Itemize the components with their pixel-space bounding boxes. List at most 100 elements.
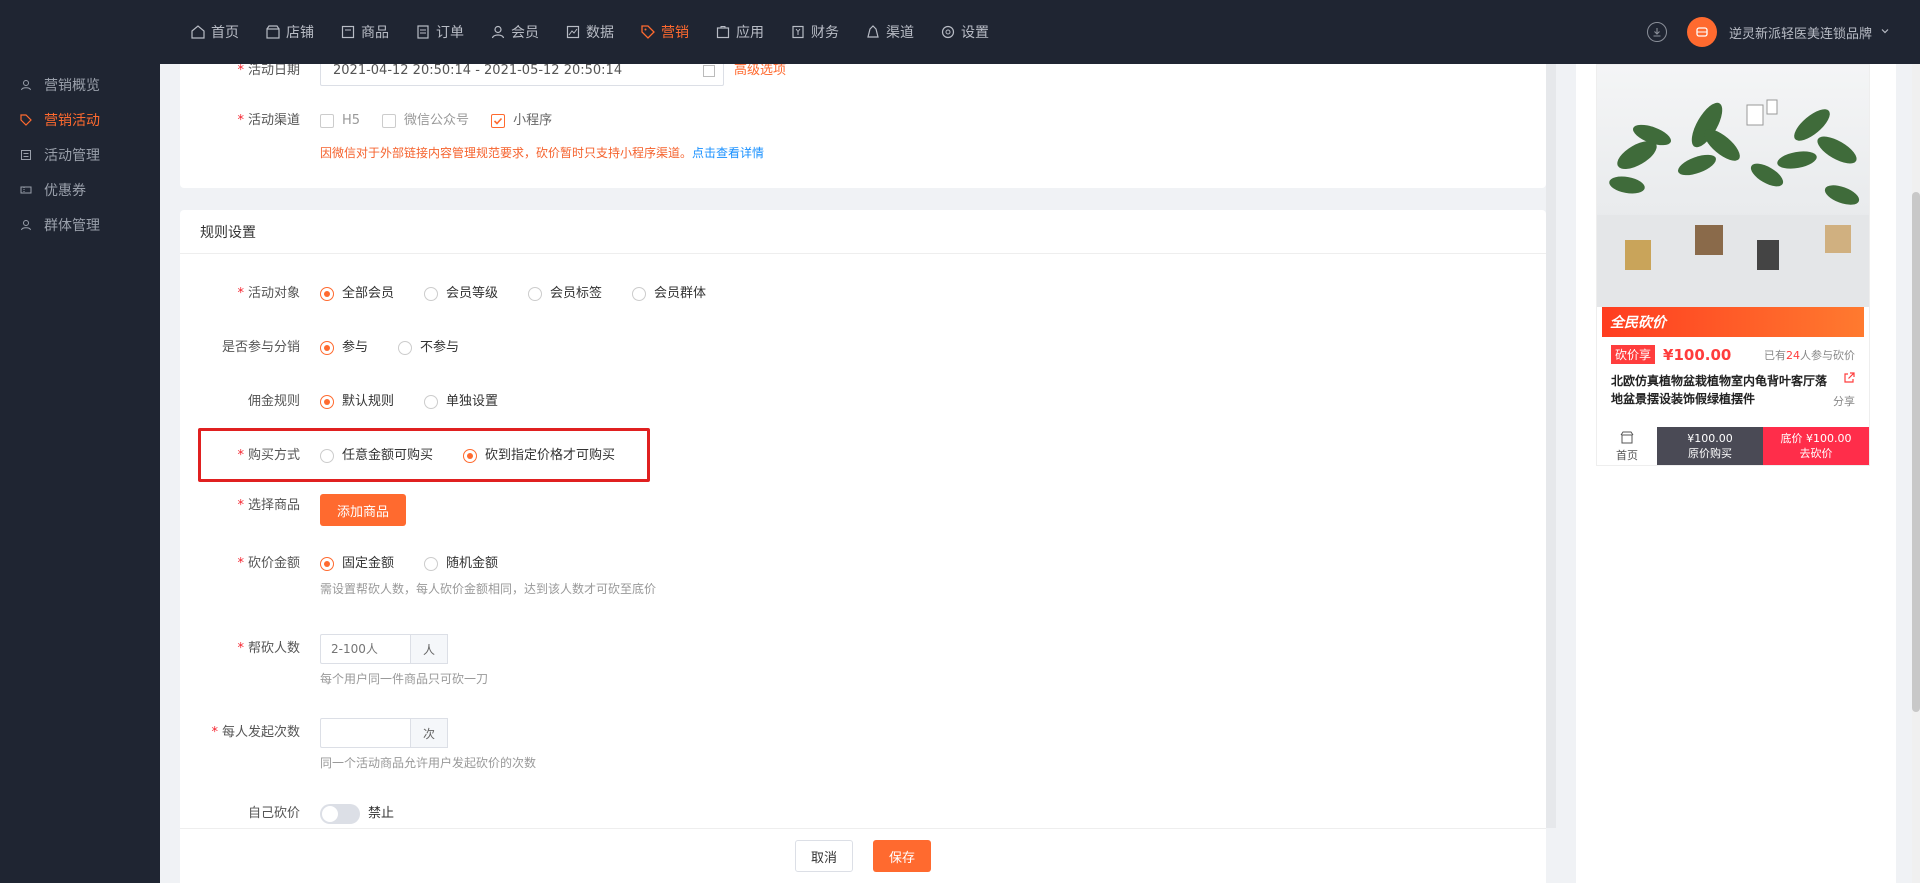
channel-icon [865, 24, 881, 40]
amount-random-radio[interactable]: 随机金额 [424, 554, 498, 574]
sidebar-item-activity-manage[interactable]: 活动管理 [0, 137, 160, 172]
target-all-radio[interactable]: 全部会员 [320, 284, 394, 304]
sidebar-item-coupon[interactable]: 优惠券 [0, 172, 160, 207]
check-icon [491, 114, 506, 128]
self-cut-toggle[interactable] [320, 804, 360, 824]
nav-app[interactable]: 应用 [715, 0, 764, 64]
date-range-input[interactable]: 2021-04-12 20:50:14 - 2021-05-12 20:50:1… [320, 64, 724, 86]
helpers-count-input[interactable] [320, 634, 410, 664]
store-icon [265, 24, 281, 40]
form-row-goods: * 选择商品 添加商品 [180, 494, 407, 526]
nav-data[interactable]: 数据 [565, 0, 614, 64]
channel-h5-checkbox[interactable]: H5 [320, 111, 360, 131]
highlight-box-buy-method [198, 428, 650, 482]
commission-custom-radio[interactable]: 单独设置 [424, 392, 498, 412]
sidebar-item-group[interactable]: 群体管理 [0, 207, 160, 242]
top-nav: 首页 店铺 商品 订单 会员 数据 营销 应用 财务 渠道 设置 [190, 0, 1015, 64]
account-area: 逆灵新派轻医美连锁品牌 [1646, 0, 1890, 64]
participants-text: 已有24人参与砍价 [1764, 348, 1855, 362]
commission-default-radio[interactable]: 默认规则 [320, 392, 394, 412]
cut-tag: 砍价享 [1611, 345, 1656, 364]
basic-info-card: * 活动日期 2021-04-12 20:50:14 - 2021-05-12 2… [180, 64, 1546, 188]
home-icon [190, 24, 206, 40]
finance-icon [790, 24, 806, 40]
page-scrollbar[interactable] [1912, 64, 1920, 883]
avatar[interactable] [1686, 17, 1717, 47]
view-details-link[interactable]: 点击查看详情 [692, 146, 764, 160]
member-icon [490, 24, 506, 40]
channel-miniprogram-checkbox[interactable]: 小程序 [491, 111, 552, 131]
preview-panel: 全民砍价 砍价享 ¥100.00 已有24人参与砍价 北欧仿真植物盆栽植物室内龟… [1576, 64, 1896, 883]
form-scrollbar[interactable] [1546, 64, 1556, 828]
phone-footer: 首页 ¥100.00 原价购买 底价 ¥100.00 去砍价 [1597, 427, 1869, 465]
section-title: 规则设置 [180, 210, 1546, 254]
tag-icon [20, 113, 32, 126]
product-name: 北欧仿真植物盆栽植物室内龟背叶客厅落地盆景摆设装饰假绿植摆件 [1611, 374, 1828, 406]
original-price-buy-button[interactable]: ¥100.00 原价购买 [1657, 427, 1763, 465]
sidebar-item-overview[interactable]: 营销概览 [0, 67, 160, 102]
nav-order[interactable]: 订单 [415, 0, 464, 64]
promo-banner: 全民砍价 [1602, 307, 1864, 337]
channel-wechat-checkbox[interactable]: 微信公众号 [382, 111, 469, 131]
nav-marketing[interactable]: 营销 [640, 0, 689, 64]
form-row-commission: 佣金规则 默认规则 单独设置 [180, 392, 528, 412]
tag-icon [640, 24, 656, 40]
dist-no-join-radio[interactable]: 不参与 [398, 338, 459, 358]
form-row-channel: * 活动渠道 H5 微信公众号 小程序 [180, 111, 574, 131]
save-button[interactable]: 保存 [873, 840, 931, 872]
phone-preview: 全民砍价 砍价享 ¥100.00 已有24人参与砍价 北欧仿真植物盆栽植物室内龟… [1596, 64, 1870, 466]
amount-fixed-radio[interactable]: 固定金额 [320, 554, 394, 574]
form-row-helpers: *帮砍人数 人 每个用户同一件商品只可砍一刀 [180, 634, 488, 687]
form-row-amount: * 砍价金额 固定金额 随机金额 需设置帮砍人数，每人砍价金额相同，达到该人数才可… [237, 554, 657, 596]
nav-home[interactable]: 首页 [190, 0, 239, 64]
main-content: * 活动日期 2021-04-12 20:50:14 - 2021-05-12 2… [160, 64, 1546, 883]
target-tag-radio[interactable]: 会员标签 [528, 284, 602, 304]
coupon-icon [20, 184, 32, 196]
times-input[interactable] [320, 718, 410, 748]
download-icon[interactable] [1646, 22, 1667, 42]
nav-goods[interactable]: 商品 [340, 0, 389, 64]
go-cut-button[interactable]: 底价 ¥100.00 去砍价 [1763, 427, 1869, 465]
channel-warning: 因微信对于外部链接内容管理规范要求，砍价暂时只支持小程序渠道。点击查看详情 [320, 146, 765, 160]
app-icon [715, 24, 731, 40]
nav-finance[interactable]: 财务 [790, 0, 839, 64]
preview-home-button[interactable]: 首页 [1597, 427, 1657, 465]
share-icon [1843, 372, 1855, 387]
goods-icon [340, 24, 356, 40]
advanced-options-link[interactable]: 高级选项 [734, 64, 786, 81]
sidebar: 营销概览 营销活动 活动管理 优惠券 群体管理 [0, 64, 160, 883]
nav-member[interactable]: 会员 [490, 0, 539, 64]
group-icon [20, 219, 32, 231]
nav-store[interactable]: 店铺 [265, 0, 314, 64]
form-row-date: * 活动日期 2021-04-12 20:50:14 - 2021-05-12 2… [180, 64, 786, 86]
calendar-icon [703, 65, 715, 77]
chart-icon [565, 24, 581, 40]
amount-hint: 需设置帮砍人数，每人砍价金额相同，达到该人数才可砍至底价 [320, 582, 657, 596]
rules-card: 规则设置 * 活动对象 全部会员 会员等级 会员标签 会员群体 是否参与分销 参与… [180, 210, 1546, 883]
cancel-button[interactable]: 取消 [795, 840, 853, 872]
helpers-hint: 每个用户同一件商品只可砍一刀 [320, 672, 489, 686]
dist-join-radio[interactable]: 参与 [320, 338, 368, 358]
add-goods-button[interactable]: 添加商品 [320, 494, 407, 526]
footer-bar: 取消 保存 [180, 828, 1546, 883]
gear-icon [940, 24, 956, 40]
nav-channel[interactable]: 渠道 [865, 0, 914, 64]
form-row-target: * 活动对象 全部会员 会员等级 会员标签 会员群体 [180, 284, 736, 304]
account-name[interactable]: 逆灵新派轻医美连锁品牌 [1729, 23, 1872, 42]
product-image [1597, 65, 1869, 307]
form-row-times: * 每人发起次数 次 同一个活动商品允许用户发起砍价的次数 [180, 718, 536, 771]
sidebar-item-activities[interactable]: 营销活动 [0, 102, 160, 137]
form-row-self-cut: 自己砍价 禁止 [180, 804, 394, 824]
user-icon [20, 79, 32, 91]
form-row-distribution: 是否参与分销 参与 不参与 [180, 338, 489, 358]
share-button[interactable]: 分享 [1833, 372, 1855, 409]
nav-settings[interactable]: 设置 [940, 0, 989, 64]
times-hint: 同一个活动商品允许用户发起砍价的次数 [320, 756, 537, 770]
chevron-down-icon[interactable] [1880, 25, 1890, 40]
store-icon [1620, 430, 1634, 447]
target-group-radio[interactable]: 会员群体 [632, 284, 706, 304]
order-icon [415, 24, 431, 40]
top-navbar: 首页 店铺 商品 订单 会员 数据 营销 应用 财务 渠道 设置 逆灵新派轻医美… [0, 0, 1920, 64]
scroll-thumb[interactable] [1912, 192, 1920, 712]
target-level-radio[interactable]: 会员等级 [424, 284, 498, 304]
